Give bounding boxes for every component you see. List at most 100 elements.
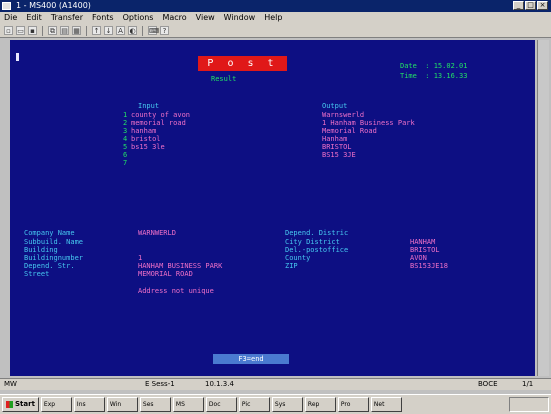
menu-item-edit[interactable]: Edit (26, 12, 42, 24)
input-line-number: 7 (123, 159, 128, 167)
taskbar-button[interactable]: Net (370, 397, 402, 412)
field-label: Building (24, 246, 58, 254)
field-value: BRISTOL (410, 246, 440, 254)
f3-end-key[interactable]: F3=end (213, 354, 289, 364)
minimize-button[interactable]: _ (513, 1, 524, 10)
status-mode: BOCE (478, 380, 498, 388)
field-label: Buildingnumber (24, 254, 84, 262)
font-icon[interactable]: A (116, 26, 125, 35)
paste-icon[interactable]: ▤ (60, 26, 69, 35)
start-label: Start (15, 400, 35, 408)
taskbar-button[interactable]: Win (106, 397, 138, 412)
windows-logo-icon (6, 401, 13, 408)
input-line-value[interactable]: bristol (131, 135, 161, 143)
keyboard-icon[interactable]: ⌨ (148, 26, 159, 35)
output-line: BRISTOL (322, 143, 352, 151)
system-tray (509, 397, 549, 412)
status-address: 10.1.3.4 (205, 380, 234, 388)
field-value: HANHAM BUSINESS PARK (138, 262, 223, 270)
taskbar-button[interactable]: Ins (73, 397, 105, 412)
input-line-value[interactable]: memorial road (131, 119, 186, 127)
field-label: Depend. Str. (24, 262, 75, 270)
field-label: Depend. Distric (285, 229, 349, 237)
app-icon[interactable] (2, 2, 11, 10)
date-label: Date : 15.02.01 (400, 62, 468, 70)
status-session: E Sess-1 (145, 380, 175, 388)
open-icon[interactable]: ▭ (16, 26, 25, 35)
input-line-number: 4 (123, 135, 128, 143)
taskbar-button[interactable]: Pro (337, 397, 369, 412)
input-line-number: 1 (123, 111, 128, 119)
new-icon[interactable]: ▫ (4, 26, 13, 35)
menu-item-transfer[interactable]: Transfer (51, 12, 83, 24)
send-icon[interactable]: ↑ (92, 26, 101, 35)
field-label: Street (24, 270, 50, 278)
input-line-number: 2 (123, 119, 128, 127)
close-button[interactable]: × (537, 1, 548, 10)
print-icon[interactable]: ▦ (72, 26, 81, 35)
input-header: Input (138, 102, 160, 110)
menu-item-window[interactable]: Window (224, 12, 256, 24)
menu-item-macro[interactable]: Macro (162, 12, 186, 24)
input-line-value[interactable]: hanham (131, 127, 156, 135)
receive-icon[interactable]: ↓ (104, 26, 113, 35)
terminal-screen[interactable]: P o s t Result Date : 15.02.01 Time : 13… (10, 40, 535, 376)
field-label: County (285, 254, 311, 262)
vertical-scrollbar[interactable] (537, 40, 549, 376)
color-icon[interactable]: ◐ (128, 26, 137, 35)
field-label: Company Name (24, 229, 75, 237)
taskbar-button[interactable]: Rep (304, 397, 336, 412)
save-icon[interactable]: ▪ (28, 26, 37, 35)
input-line-number: 3 (123, 127, 128, 135)
toolbar: ▫ ▭ ▪ ⧉ ▤ ▦ ↑ ↓ A ◐ ⌨ ? (0, 24, 551, 38)
field-value: BS153JE18 (410, 262, 448, 270)
taskbar-button[interactable]: Sys (271, 397, 303, 412)
input-line-value[interactable]: bs15 3le (131, 143, 165, 151)
menu-item-file[interactable]: Die (4, 12, 17, 24)
input-line-number: 5 (123, 143, 128, 151)
output-header: Output (322, 102, 348, 110)
taskbar-button[interactable]: Ses (139, 397, 171, 412)
time-label: Time : 13.16.33 (400, 72, 468, 80)
taskbar-button[interactable]: Doc (205, 397, 237, 412)
field-value: HANHAM (410, 238, 436, 246)
toolbar-separator (42, 25, 43, 36)
input-line-number: 6 (123, 151, 128, 159)
start-button[interactable]: Start (2, 397, 39, 412)
copy-icon[interactable]: ⧉ (48, 26, 57, 35)
menu-item-options[interactable]: Options (123, 12, 154, 24)
help-icon[interactable]: ? (160, 26, 169, 35)
field-value: 1 (138, 254, 143, 262)
field-label: ZIP (285, 262, 298, 270)
taskbar-button[interactable]: Pic (238, 397, 270, 412)
field-value: WARNWERLD (138, 229, 176, 237)
menu-item-view[interactable]: View (196, 12, 215, 24)
output-line: Memorial Road (322, 127, 377, 135)
menu-bar: Die Edit Transfer Fonts Options Macro Vi… (0, 12, 551, 24)
field-value: MEMORIAL ROAD (138, 270, 193, 278)
field-label: Subbuild. Name (24, 238, 84, 246)
post-banner: P o s t (198, 56, 287, 71)
output-line: 1 Hanham Business Park (322, 119, 415, 127)
field-label: City District (285, 238, 340, 246)
status-left: MW (4, 380, 17, 388)
output-line: Hanham (322, 135, 348, 143)
menu-item-fonts[interactable]: Fonts (92, 12, 114, 24)
field-label: Del.-postoffice (285, 246, 349, 254)
maximize-button[interactable]: □ (525, 1, 536, 10)
taskbar-button[interactable]: MS (172, 397, 204, 412)
window-title: 1 - MS400 (A1400) (16, 1, 91, 10)
input-line-value[interactable]: county of avon (131, 111, 190, 119)
output-line: BS15 3JE (322, 151, 356, 159)
field-value: AVON (410, 254, 427, 262)
status-page: 1/1 (522, 380, 534, 388)
taskbar-button[interactable]: Exp (40, 397, 72, 412)
toolbar-separator (86, 25, 87, 36)
terminal-cursor (16, 53, 19, 61)
toolbar-separator (142, 25, 143, 36)
result-label: Result (211, 75, 237, 83)
menu-item-help[interactable]: Help (264, 12, 282, 24)
status-message: Address not unique (138, 287, 214, 295)
output-line: Warnswerld (322, 111, 365, 119)
taskbar: Start Exp Ins Win Ses MS Doc Pic Sys Rep… (0, 394, 551, 414)
